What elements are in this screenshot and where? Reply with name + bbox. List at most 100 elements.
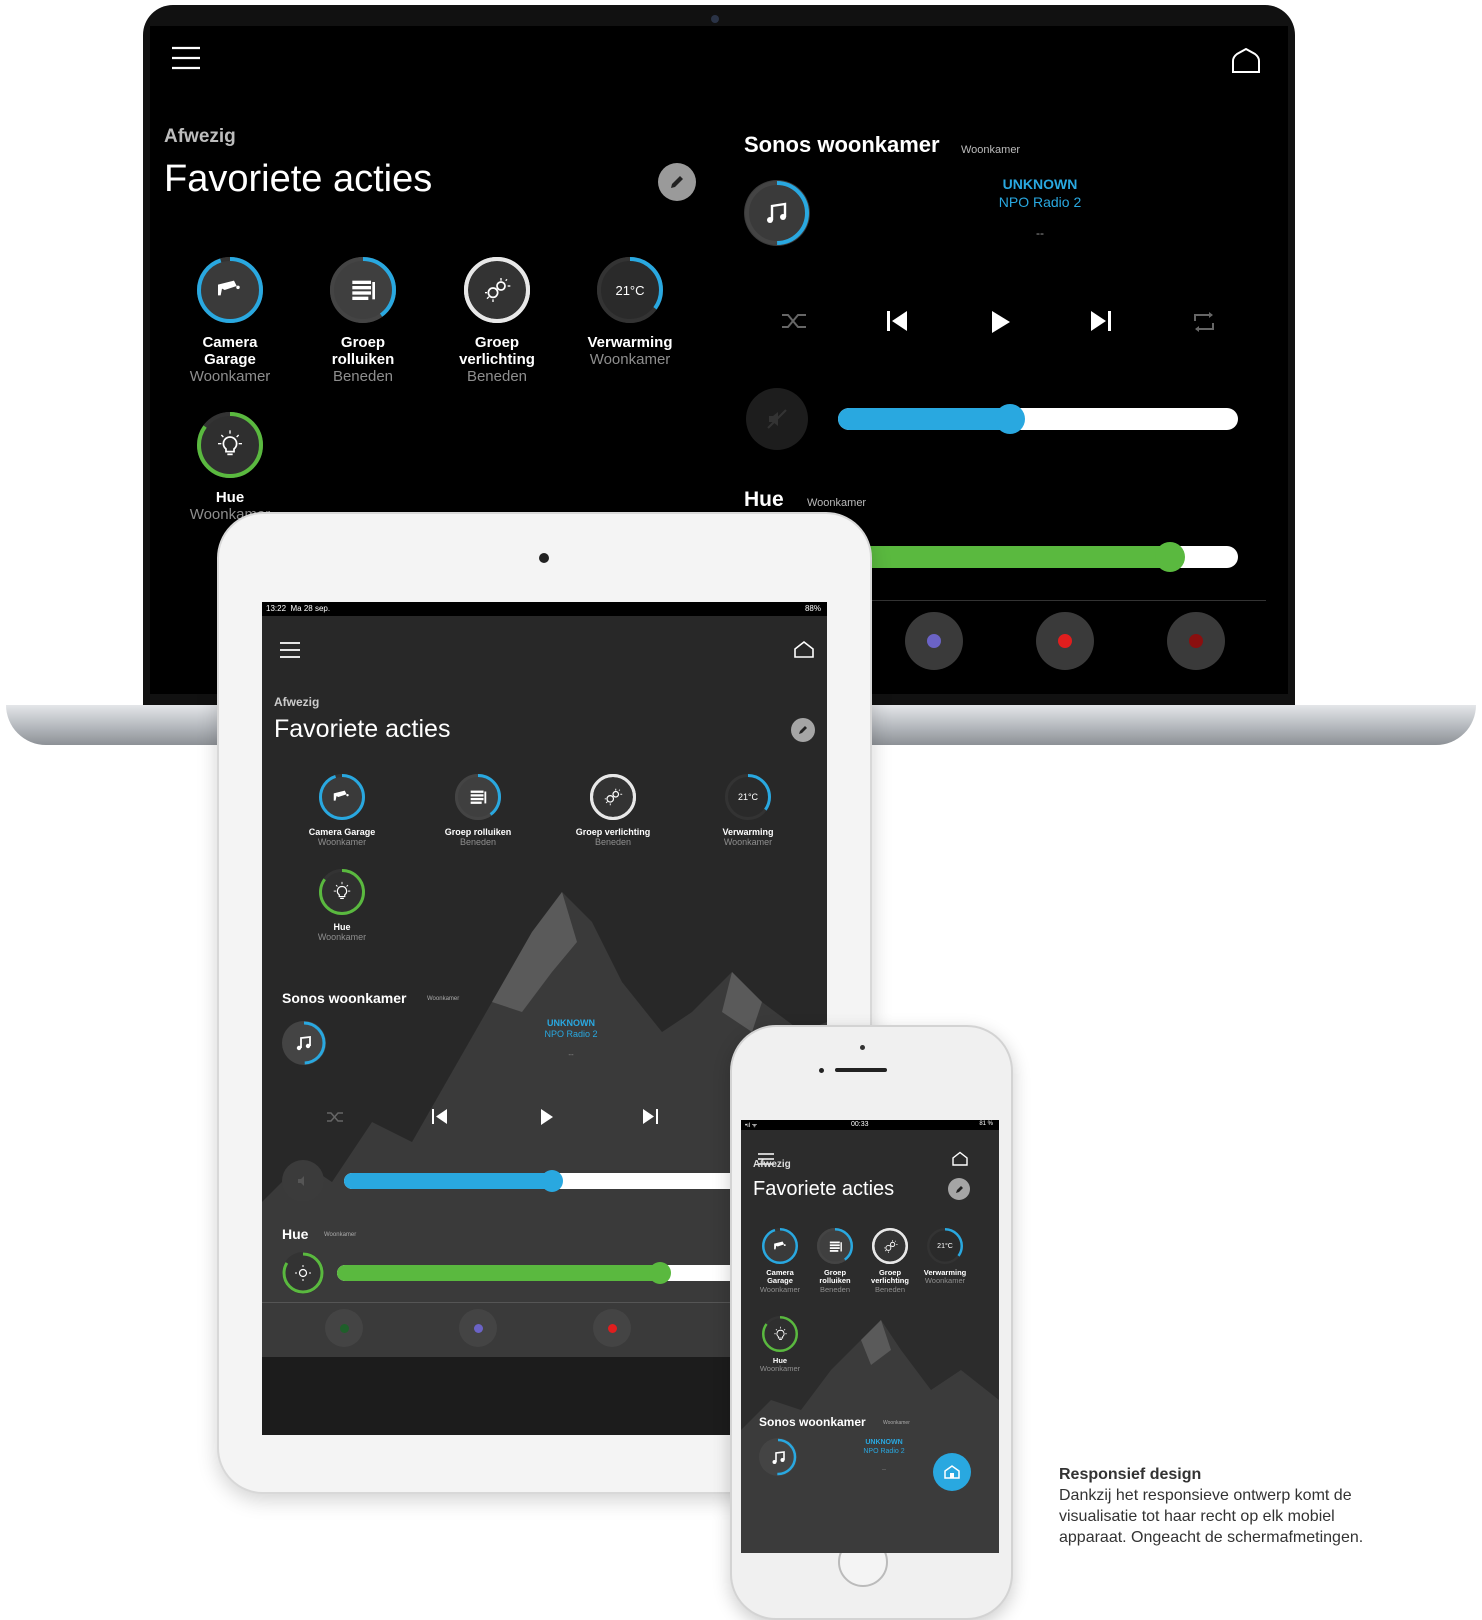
camera-icon — [772, 1238, 789, 1255]
camera-icon — [214, 274, 246, 306]
favorite-name: Groep rolluiken — [819, 1268, 851, 1286]
volume-knob[interactable] — [540, 1170, 563, 1192]
music-button[interactable] — [282, 1021, 326, 1065]
favorite-room: Beneden — [594, 837, 632, 848]
favorite-2-button[interactable] — [455, 774, 501, 820]
favorite-4-button[interactable]: 21°C — [597, 257, 663, 323]
shuffle-icon[interactable] — [326, 1110, 344, 1124]
station-name: NPO Radio 2 — [544, 1029, 598, 1039]
previous-icon[interactable] — [432, 1109, 447, 1124]
scene-button-darkred[interactable] — [1167, 612, 1225, 670]
status-time: 00:33 — [851, 1121, 869, 1128]
previous-icon[interactable] — [886, 310, 908, 332]
favorite-5-button[interactable] — [319, 869, 365, 915]
edit-button[interactable] — [658, 163, 696, 201]
repeat-icon[interactable] — [1192, 311, 1216, 333]
scene-button-red[interactable] — [1036, 612, 1094, 670]
favorite-5-button[interactable] — [762, 1316, 798, 1352]
temperature-value: 21°C — [937, 1242, 953, 1250]
home-icon[interactable] — [951, 1151, 969, 1166]
scene-button-green[interactable] — [325, 1309, 363, 1347]
favorite-room: Beneden — [459, 837, 497, 848]
bulb-icon — [214, 429, 246, 461]
scene-button-purple[interactable] — [905, 612, 963, 670]
page-title: Favoriete acties — [753, 1178, 895, 1200]
scene-button-purple[interactable] — [459, 1309, 497, 1347]
volume-knob[interactable] — [995, 404, 1025, 434]
favorite-2-button[interactable] — [817, 1228, 853, 1264]
home-icon[interactable] — [1230, 48, 1262, 74]
mute-button[interactable] — [282, 1160, 324, 1202]
fab-home-button[interactable] — [933, 1453, 971, 1491]
status-bar — [741, 1120, 999, 1130]
music-button[interactable] — [759, 1438, 797, 1476]
station-name: NPO Radio 2 — [998, 194, 1082, 210]
sonos-title: Sonos woonkamer — [759, 1415, 866, 1429]
favorite-2-button[interactable] — [330, 257, 396, 323]
favorite-room: Woonkamer — [317, 837, 367, 848]
phone-camera — [819, 1068, 824, 1073]
favorite-1-button[interactable] — [197, 257, 263, 323]
hue-button[interactable] — [282, 1252, 324, 1294]
caption: Responsief design Dankzij het responsiev… — [1059, 1464, 1379, 1548]
menu-icon[interactable] — [172, 46, 200, 70]
shuffle-icon[interactable] — [780, 310, 808, 332]
favorite-name: Camera Garage — [202, 334, 258, 368]
music-button[interactable] — [744, 180, 810, 246]
edit-button[interactable] — [791, 718, 815, 742]
scene-button-red[interactable] — [593, 1309, 631, 1347]
play-icon[interactable] — [540, 1109, 554, 1125]
page-title: Favoriete acties — [164, 158, 433, 200]
favorite-2-label: Groep rolluiken Beneden — [819, 1268, 851, 1294]
speaker-mute-icon — [767, 409, 787, 429]
favorite-1-button[interactable] — [319, 774, 365, 820]
favorite-3-label: Groep verlichting Beneden — [576, 827, 651, 847]
pencil-icon — [799, 726, 807, 734]
favorite-name: Groep verlichting — [871, 1268, 909, 1286]
hue-room: Woonkamer — [324, 1232, 357, 1238]
sonos-room: Woonkamer — [883, 1420, 910, 1426]
shutter-icon — [347, 274, 379, 306]
favorite-3-button[interactable] — [872, 1228, 908, 1264]
favorite-name: Camera Garage — [308, 827, 376, 837]
status-label: Afwezig — [753, 1159, 791, 1170]
hue-knob[interactable] — [1155, 542, 1185, 572]
track-time: -- — [1036, 226, 1044, 240]
favorite-room: Woonkamer — [317, 932, 367, 943]
favorite-5-button[interactable] — [197, 412, 263, 478]
favorite-1-label: Camera Garage Woonkamer — [760, 1268, 800, 1294]
status-label: Afwezig — [274, 695, 320, 709]
favorite-3-button[interactable] — [590, 774, 636, 820]
mute-button[interactable] — [746, 388, 808, 450]
track-time: -- — [568, 1050, 574, 1059]
favorite-4-button[interactable]: 21°C — [725, 774, 771, 820]
speaker-mute-icon — [298, 1176, 304, 1186]
shutter-icon — [827, 1238, 844, 1255]
hue-knob[interactable] — [649, 1262, 672, 1284]
sonos-room: Woonkamer — [427, 996, 460, 1002]
hue-slider[interactable] — [838, 542, 1238, 572]
track-name: UNKNOWN — [865, 1439, 903, 1446]
favorite-3-button[interactable] — [464, 257, 530, 323]
favorite-name: Verwarming — [587, 334, 673, 351]
favorite-1-button[interactable] — [762, 1228, 798, 1264]
volume-slider[interactable] — [838, 404, 1238, 434]
menu-icon[interactable] — [280, 642, 300, 658]
next-icon[interactable] — [1090, 310, 1112, 332]
favorite-4-button[interactable]: 21°C — [927, 1228, 963, 1264]
bulb-icon — [331, 881, 353, 903]
home-icon[interactable] — [793, 640, 815, 658]
next-icon[interactable] — [643, 1109, 658, 1124]
light-group-icon — [602, 786, 624, 808]
phone-screen: •ıl ᯤ 00:33 81 % Afwezig Favoriete actie… — [741, 1120, 999, 1553]
edit-button[interactable] — [948, 1178, 970, 1200]
hue-room: Woonkamer — [807, 497, 867, 509]
play-icon[interactable] — [990, 310, 1012, 334]
favorite-3-label: Groep verlichting Beneden — [871, 1268, 909, 1294]
light-group-icon — [882, 1238, 899, 1255]
favorite-name: Camera Garage — [766, 1268, 794, 1286]
favorite-room: Woonkamer — [589, 350, 671, 368]
favorite-3-label: Groep verlichting Beneden — [459, 334, 535, 385]
favorite-name: Groep verlichting — [575, 827, 651, 837]
favorite-name: Hue — [215, 489, 245, 506]
